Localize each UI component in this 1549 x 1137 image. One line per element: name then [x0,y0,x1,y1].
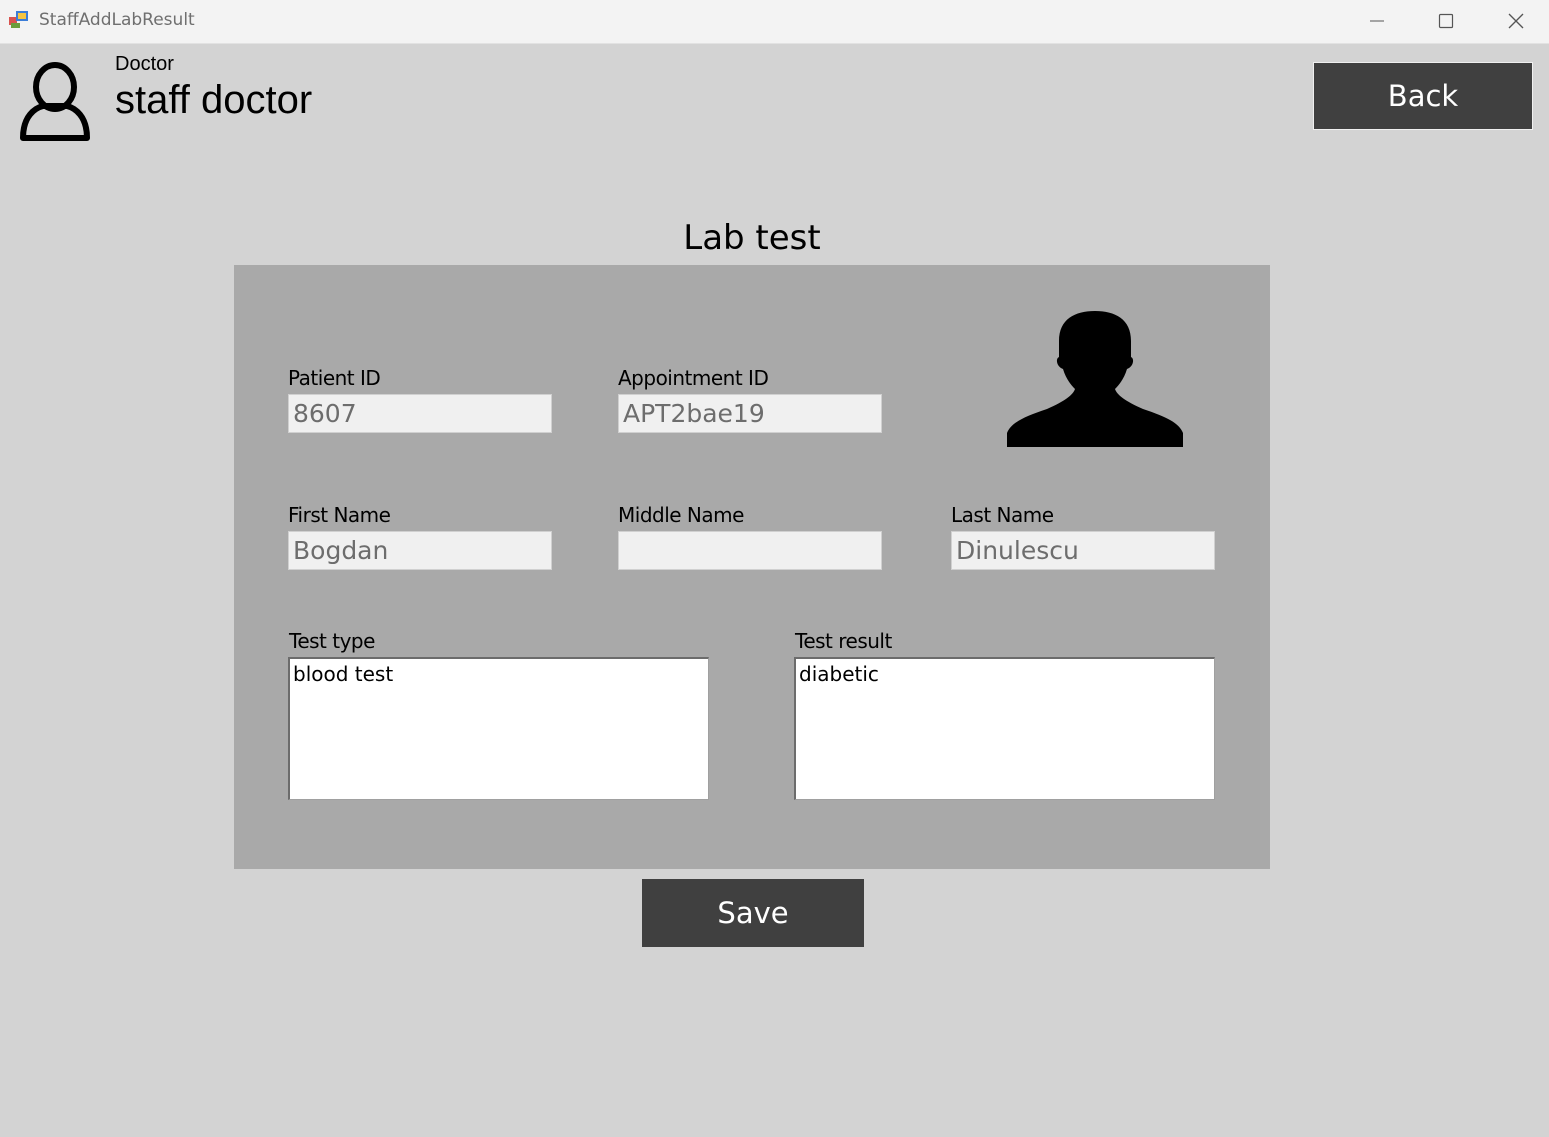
app-icon [9,11,28,28]
user-name-label: staff doctor [115,78,313,122]
close-button[interactable] [1481,0,1549,43]
test-result-textarea[interactable]: diabetic [794,657,1215,800]
minimize-icon [1370,20,1384,22]
back-button[interactable]: Back [1313,62,1533,130]
first-name-field[interactable]: Bogdan [288,531,552,570]
close-icon [1508,13,1524,29]
last-name-label: Last Name [951,503,1054,527]
middle-name-label: Middle Name [618,503,744,527]
maximize-icon [1438,13,1454,29]
test-type-label: Test type [289,629,375,653]
form-title: Lab test [683,218,821,258]
minimize-button[interactable] [1342,0,1412,43]
test-type-textarea[interactable]: blood test [288,657,709,800]
middle-name-field[interactable] [618,531,882,570]
person-silhouette-icon [1007,311,1183,447]
appointment-id-label: Appointment ID [618,366,769,390]
patient-id-label: Patient ID [288,366,381,390]
user-outline-icon [20,62,90,141]
user-role-label: Doctor [115,53,174,75]
window-titlebar: StaffAddLabResult [0,0,1549,44]
save-button[interactable]: Save [642,879,864,947]
first-name-label: First Name [288,503,391,527]
maximize-button[interactable] [1411,0,1481,43]
last-name-field[interactable]: Dinulescu [951,531,1215,570]
test-result-label: Test result [795,629,892,653]
appointment-id-field[interactable]: APT2bae19 [618,394,882,433]
window-title: StaffAddLabResult [39,10,195,30]
patient-id-field[interactable]: 8607 [288,394,552,433]
